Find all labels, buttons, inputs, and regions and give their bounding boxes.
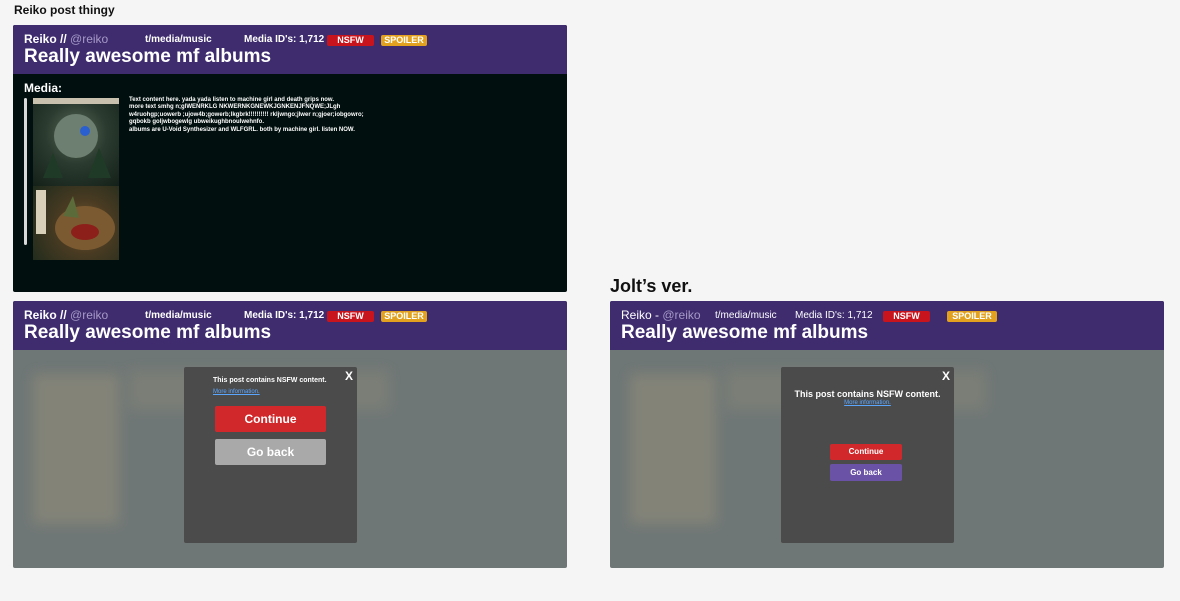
album-cover-image[interactable]: [33, 186, 119, 260]
author-name: Reiko //: [24, 32, 67, 46]
nsfw-warning-message: This post contains NSFW content.: [213, 377, 327, 384]
post-card-nsfw-gate: Reiko // @reiko t/media/music Media ID's…: [13, 301, 567, 568]
frame-title-reiko: Reiko post thingy: [14, 3, 115, 17]
spoiler-badge: SPOILER: [381, 35, 427, 46]
nsfw-badge: NSFW: [883, 311, 930, 322]
go-back-button[interactable]: Go back: [830, 464, 902, 481]
subforum-link[interactable]: t/media/music: [145, 34, 212, 45]
album-cover-image[interactable]: [33, 98, 119, 186]
post-header: Reiko - @reiko t/media/music Media ID's:…: [610, 301, 1164, 350]
post-header: Reiko // @reiko t/media/music Media ID's…: [13, 25, 567, 74]
post-title: Really awesome mf albums: [24, 322, 272, 343]
media-scrollbar[interactable]: [24, 98, 27, 245]
close-icon[interactable]: X: [942, 369, 950, 383]
author-handle: @reiko: [662, 308, 701, 322]
continue-button[interactable]: Continue: [215, 406, 326, 432]
more-information-link[interactable]: More information.: [213, 389, 260, 395]
post-body-text: Text content here. yada yada listen to m…: [129, 97, 364, 133]
post-title: Really awesome mf albums: [621, 322, 869, 343]
author-name: Reiko -: [621, 308, 660, 322]
post-author[interactable]: Reiko - @reiko: [621, 308, 701, 322]
spoiler-badge: SPOILER: [947, 311, 997, 322]
post-card-full: Reiko // @reiko t/media/music Media ID's…: [13, 25, 567, 292]
nsfw-badge: NSFW: [327, 35, 374, 46]
subforum-link[interactable]: t/media/music: [715, 310, 777, 321]
spoiler-badge: SPOILER: [381, 311, 427, 322]
post-author[interactable]: Reiko // @reiko: [24, 32, 108, 46]
media-id-count: Media ID's: 1,712: [244, 310, 325, 321]
nsfw-warning-dialog: X This post contains NSFW content. More …: [781, 367, 954, 543]
author-handle: @reiko: [70, 32, 109, 46]
more-information-link[interactable]: More information.: [781, 400, 954, 406]
subforum-link[interactable]: t/media/music: [145, 310, 212, 321]
author-name: Reiko //: [24, 308, 67, 322]
nsfw-badge: NSFW: [327, 311, 374, 322]
nsfw-warning-message: This post contains NSFW content.: [794, 389, 941, 399]
nsfw-warning-dialog: X This post contains NSFW content. More …: [184, 367, 357, 543]
continue-button[interactable]: Continue: [830, 444, 902, 460]
post-card-nsfw-gate-alt: Reiko - @reiko t/media/music Media ID's:…: [610, 301, 1164, 568]
post-author[interactable]: Reiko // @reiko: [24, 308, 108, 322]
post-title: Really awesome mf albums: [24, 46, 272, 67]
media-id-count: Media ID's: 1,712: [244, 34, 325, 45]
post-header: Reiko // @reiko t/media/music Media ID's…: [13, 301, 567, 350]
close-icon[interactable]: X: [345, 369, 353, 383]
author-handle: @reiko: [70, 308, 109, 322]
media-label: Media:: [24, 81, 63, 95]
media-id-count: Media ID's: 1,712: [795, 310, 873, 321]
frame-title-jolt: Jolt’s ver.: [610, 276, 693, 296]
go-back-button[interactable]: Go back: [215, 439, 326, 465]
